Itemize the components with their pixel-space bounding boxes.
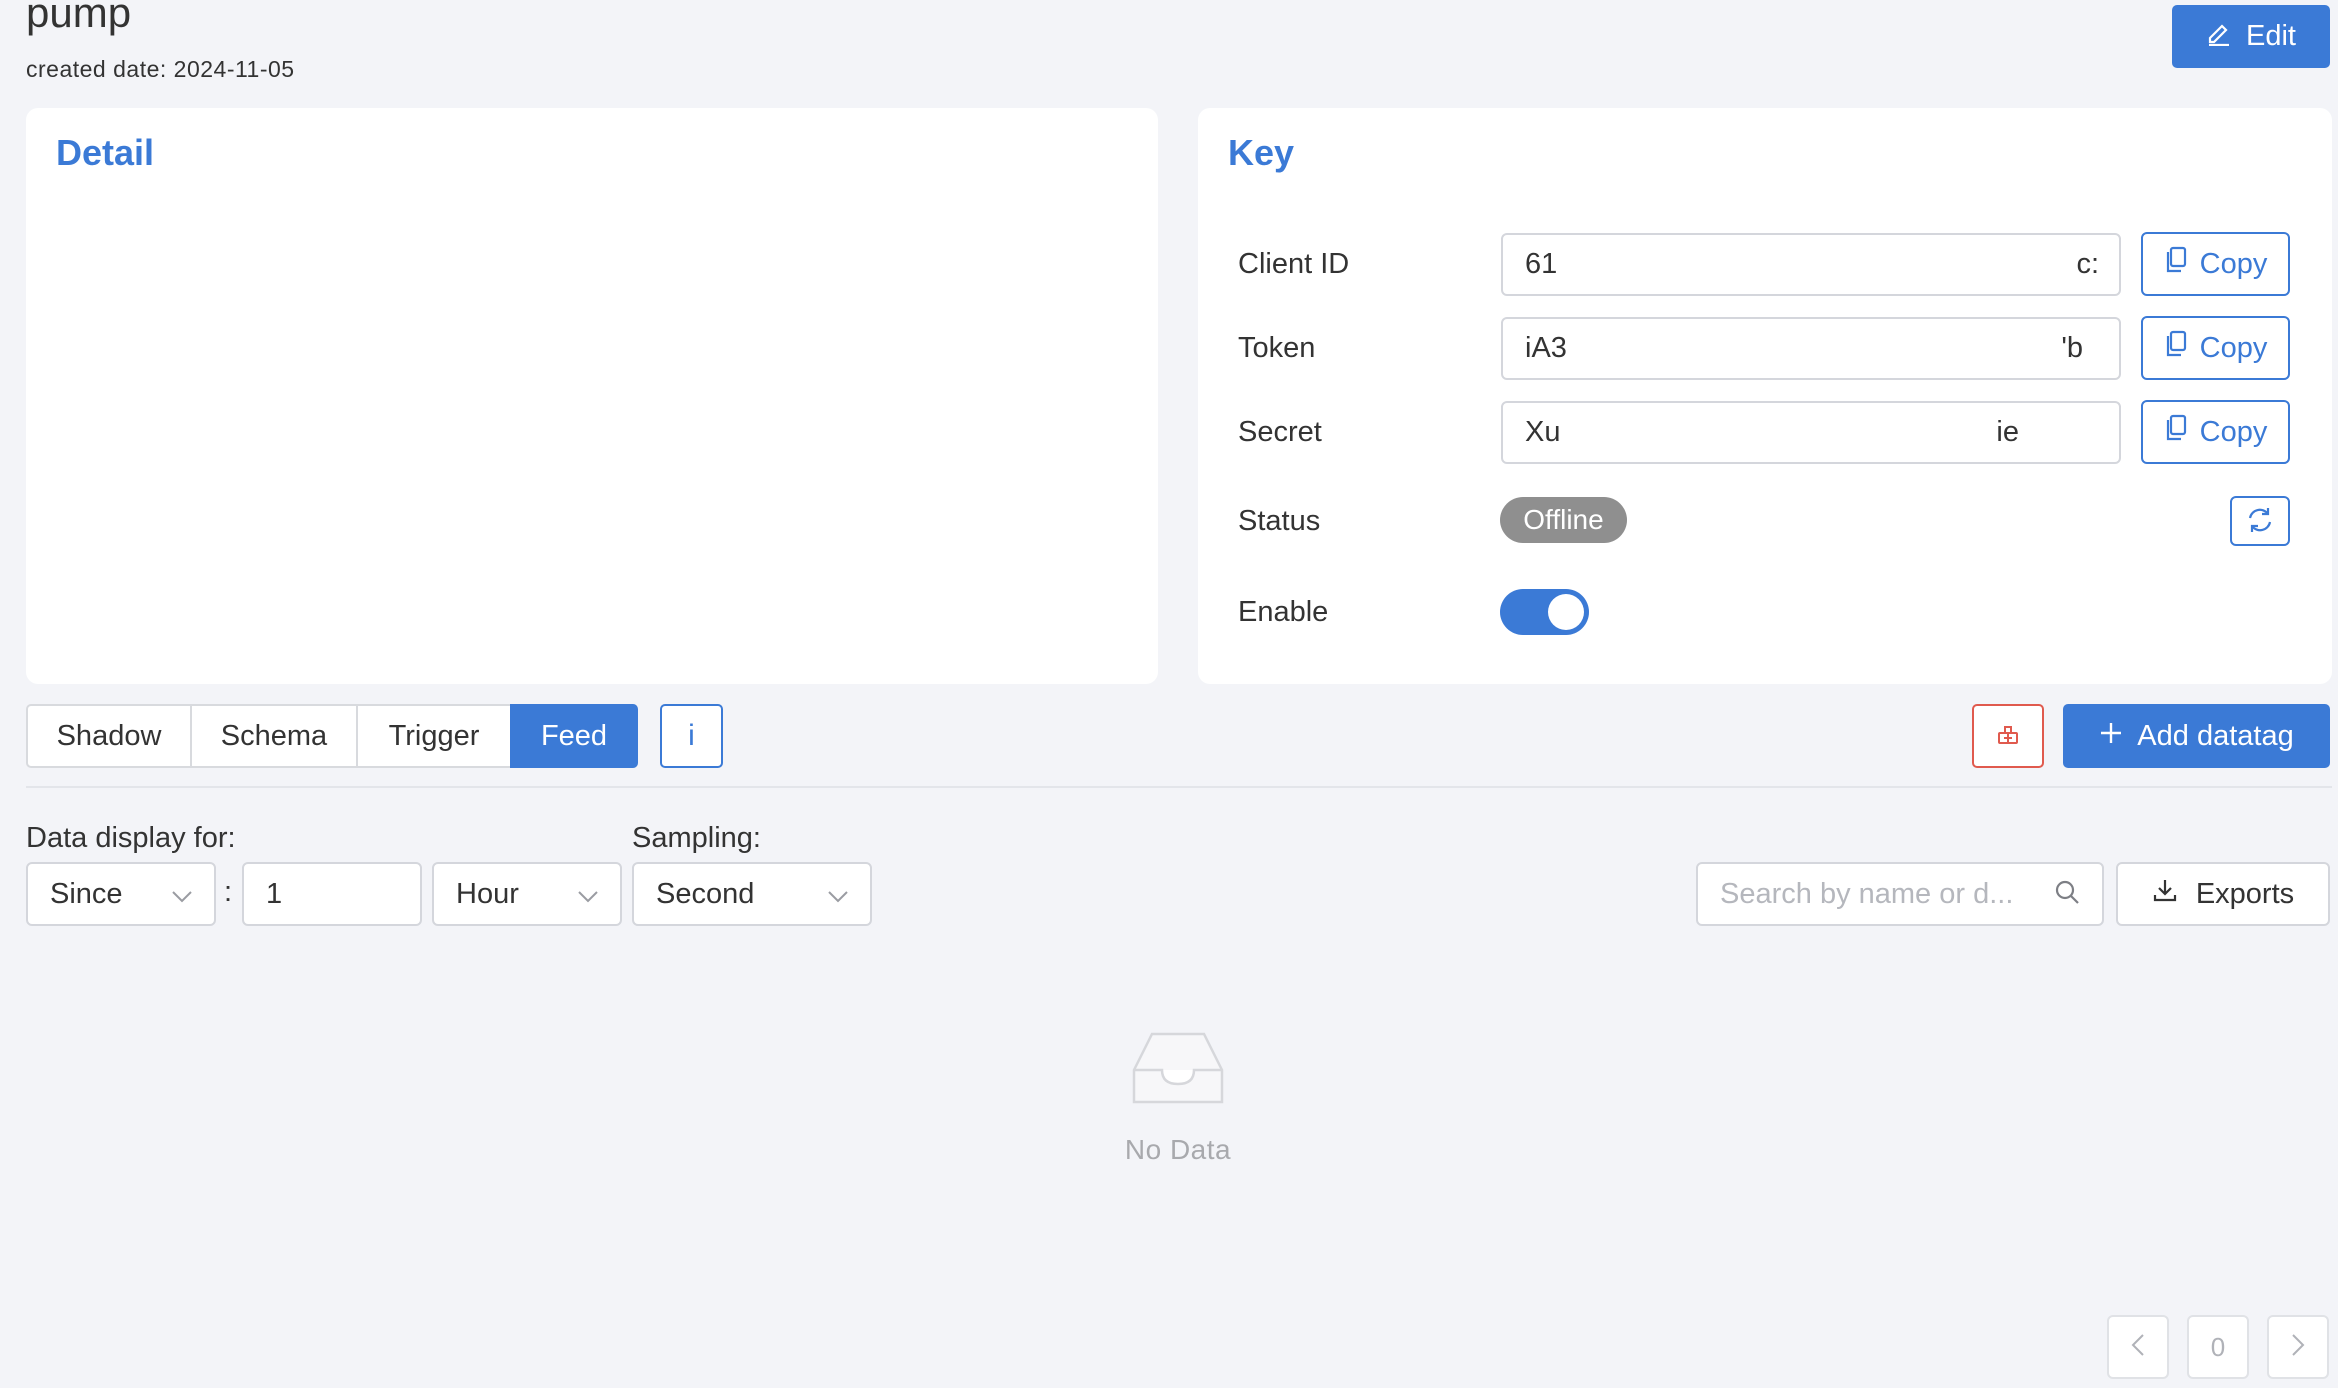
copy-icon [2164,246,2188,282]
delete-button[interactable] [1972,704,2044,768]
refresh-status-button[interactable] [2230,496,2290,546]
add-datatag-button[interactable]: Add datatag [2063,704,2330,768]
exports-label: Exports [2195,877,2295,910]
divider [26,786,2332,788]
copy-token-button[interactable]: Copy [2141,316,2290,380]
edit-label: Edit [2246,20,2296,52]
amount-input[interactable]: 1 [242,862,422,926]
empty-inbox-icon [1130,1030,1226,1111]
since-select[interactable]: Since [26,862,216,926]
client-id-value-end: c: [2076,248,2099,280]
secret-value-start: Xu [1525,416,1561,448]
unit-select[interactable]: Hour [432,862,622,926]
eraser-icon [1996,723,2020,750]
tab-schema[interactable]: Schema [190,704,358,768]
tab-shadow[interactable]: Shadow [26,704,192,768]
sampling-select[interactable]: Second [632,862,872,926]
tab-bar: Shadow Schema Trigger Feed [26,704,638,768]
toggle-knob [1548,594,1584,630]
chevron-down-icon [578,878,598,911]
chevron-down-icon [828,878,848,911]
plus-icon [2099,720,2123,753]
empty-text: No Data [1124,1134,1232,1165]
download-icon [2152,877,2178,911]
search-icon[interactable] [2054,879,2080,910]
secret-value-end: ie [1996,416,2019,448]
detail-title: Detail [56,132,155,173]
copy-client-id-button[interactable]: Copy [2141,232,2290,296]
sampling-label: Sampling: [632,822,761,854]
info-button[interactable]: i [660,704,723,768]
enable-toggle[interactable] [1500,589,1589,635]
data-display-label: Data display for: [26,822,236,854]
sampling-value: Second [656,877,755,910]
page-title: pump [26,0,132,36]
prev-page-button[interactable] [2107,1315,2169,1379]
secret-label: Secret [1238,416,1322,448]
token-value-start: iA3 [1525,332,1567,364]
refresh-icon [2246,506,2274,537]
status-badge: Offline [1500,497,1627,543]
copy-icon [2164,330,2188,366]
pencil-icon [2206,20,2232,54]
since-value: Since [50,877,123,910]
amount-value: 1 [266,877,283,910]
client-id-label: Client ID [1238,248,1350,280]
search-input[interactable] [1720,877,2040,911]
add-datatag-label: Add datatag [2137,719,2294,752]
created-date: created date: 2024-11-05 [26,56,295,82]
copy-label: Copy [2199,247,2268,280]
client-id-value-start: 61 [1525,248,1558,280]
secret-field[interactable]: Xu ie [1501,401,2121,464]
copy-label: Copy [2199,415,2268,448]
token-field[interactable]: iA3 'b [1501,317,2121,380]
exports-button[interactable]: Exports [2116,862,2330,926]
copy-secret-button[interactable]: Copy [2141,400,2290,464]
edit-button[interactable]: Edit [2172,5,2330,68]
token-label: Token [1238,332,1316,364]
enable-label: Enable [1238,596,1329,628]
detail-card: Detail [26,108,1158,684]
copy-label: Copy [2199,331,2268,364]
chevron-right-icon [2291,1332,2305,1363]
copy-icon [2164,414,2188,450]
token-value-end: 'b [2061,332,2083,364]
status-label: Status [1238,505,1321,537]
next-page-button[interactable] [2267,1315,2329,1379]
search-box [1696,862,2104,926]
chevron-down-icon [172,878,192,911]
colon-separator: : [224,876,233,908]
chevron-left-icon [2131,1332,2145,1363]
unit-value: Hour [456,877,519,910]
client-id-field[interactable]: 61 c: [1501,233,2121,296]
tab-trigger[interactable]: Trigger [356,704,512,768]
key-title: Key [1228,132,1295,173]
tab-feed[interactable]: Feed [510,704,638,768]
page-number[interactable]: 0 [2187,1315,2249,1379]
key-card: Key [1198,108,2332,684]
